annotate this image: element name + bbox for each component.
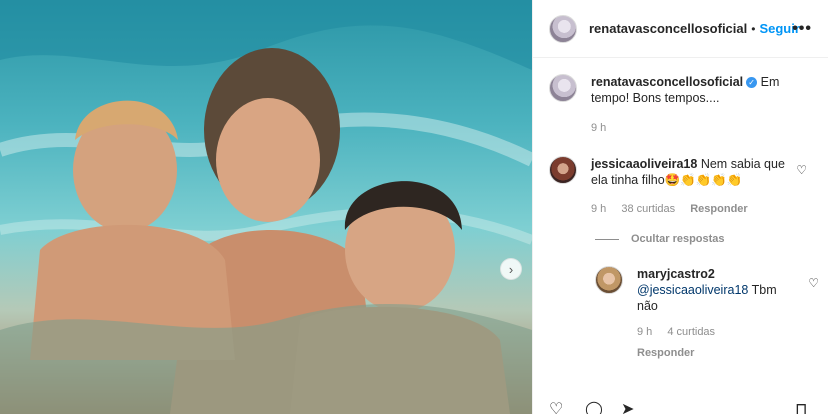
header-separator: • [751, 21, 756, 36]
reply-item: maryjcastro2 @jessicaaoliveira18 Tbm não… [595, 266, 819, 361]
heart-icon[interactable]: ♡ [808, 276, 819, 290]
comments-list[interactable]: renatavasconcellosoficial ✓ Em tempo! Bon… [533, 58, 828, 414]
avatar[interactable] [549, 156, 577, 184]
next-photo-button[interactable]: › [500, 258, 522, 280]
post-header: renatavasconcellosoficial • Seguir ••• [533, 0, 828, 58]
reply-button[interactable]: Responder [637, 347, 694, 359]
more-options-icon[interactable]: ••• [792, 20, 812, 38]
avatar[interactable] [595, 266, 623, 294]
post-photo[interactable]: › [0, 0, 532, 414]
avatar[interactable] [549, 14, 577, 43]
chevron-right-icon: › [508, 261, 514, 277]
reply-likes[interactable]: 4 curtidas [667, 326, 715, 338]
reply-username[interactable]: maryjcastro2 [637, 267, 715, 281]
caption: renatavasconcellosoficial ✓ Em tempo! Bon… [549, 74, 816, 136]
caption-time[interactable]: 9 h [591, 122, 606, 134]
hide-replies-label: Ocultar respostas [631, 233, 725, 245]
comment-item: jessicaaoliveira18 Nem sabia que ela tin… [549, 156, 816, 217]
post-side-panel: renatavasconcellosoficial • Seguir ••• r… [532, 0, 828, 414]
comment-likes[interactable]: 38 curtidas [621, 203, 675, 215]
like-icon[interactable]: ♡ [549, 402, 563, 414]
header-username[interactable]: renatavasconcellosoficial [589, 21, 747, 36]
caption-username[interactable]: renatavasconcellosoficial [591, 75, 743, 89]
reply-time[interactable]: 9 h [637, 326, 652, 338]
photo-illustration [0, 0, 532, 414]
heart-icon[interactable]: ♡ [796, 163, 807, 177]
avatar[interactable] [549, 74, 577, 102]
comment-username[interactable]: jessicaaoliveira18 [591, 157, 697, 171]
reply-mention[interactable]: @jessicaaoliveira18 [637, 283, 748, 297]
hide-replies-button[interactable]: Ocultar respostas [595, 233, 725, 245]
divider-line [595, 238, 619, 240]
verified-icon: ✓ [746, 77, 758, 88]
comment-time[interactable]: 9 h [591, 203, 606, 215]
comment-icon[interactable]: ◯ [585, 402, 603, 414]
action-bar: ♡ ◯ ➤ ⊓ [533, 400, 828, 414]
reply-button[interactable]: Responder [690, 203, 747, 215]
share-icon[interactable]: ➤ [621, 402, 634, 414]
save-icon[interactable]: ⊓ [795, 402, 807, 414]
